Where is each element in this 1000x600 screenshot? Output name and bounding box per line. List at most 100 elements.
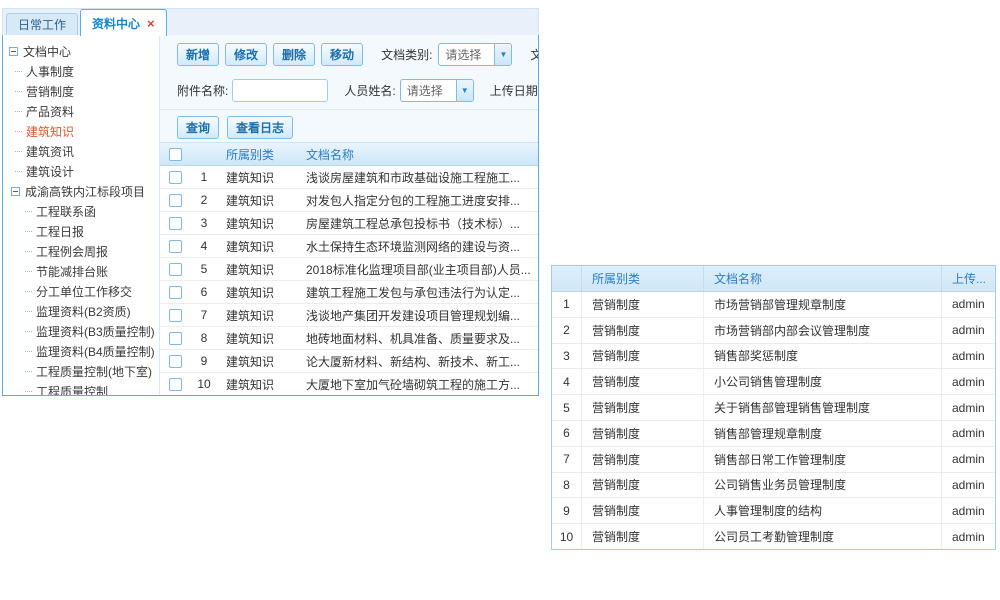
tree-item[interactable]: 产品资料: [9, 101, 157, 121]
person-select[interactable]: 请选择: [400, 79, 474, 102]
table-row[interactable]: 7营销制度销售部日常工作管理制度admin: [552, 447, 995, 473]
row-checkbox[interactable]: [169, 332, 182, 345]
row-doc-name: 2018标准化监理项目部(业主项目部)人员...: [298, 258, 538, 280]
document-table: 所属别类 文档名称 1建筑知识浅谈房屋建筑和市政基础设施工程施工...2建筑知识…: [160, 143, 538, 395]
action-row: 查询 查看日志: [177, 116, 293, 139]
row-number: 4: [552, 369, 582, 394]
table-row[interactable]: 5营销制度关于销售部管理销售管理制度admin: [552, 395, 995, 421]
row-doc-name: 人事管理制度的结构: [704, 498, 942, 523]
table-row[interactable]: 3营销制度销售部奖惩制度admin: [552, 344, 995, 370]
table-row[interactable]: 4建筑知识水土保持生态环境监测网络的建设与资...: [160, 235, 538, 258]
row-number: 5: [552, 395, 582, 420]
doc-category-select[interactable]: 请选择: [438, 43, 512, 66]
row-category: 建筑知识: [218, 373, 298, 395]
table-row[interactable]: 6营销制度销售部管理规章制度admin: [552, 421, 995, 447]
results-table: 所属别类 文档名称 上传... 1营销制度市场营销部管理规章制度admin2营销…: [551, 265, 996, 550]
table-row[interactable]: 7建筑知识浅谈地产集团开发建设项目管理规划编...: [160, 304, 538, 327]
table-row[interactable]: 4营销制度小公司销售管理制度admin: [552, 369, 995, 395]
tree-item-label: 文档中心: [23, 43, 71, 60]
tree-item[interactable]: 工程日报: [9, 221, 157, 241]
move-button[interactable]: 移动: [321, 43, 363, 66]
row-checkbox[interactable]: [169, 240, 182, 253]
row-uploader: admin: [942, 292, 995, 317]
row-checkbox[interactable]: [169, 171, 182, 184]
tree-item[interactable]: 建筑设计: [9, 161, 157, 181]
tree-item[interactable]: 成渝高铁内江标段项目: [9, 181, 157, 201]
table-row[interactable]: 10建筑知识大厦地下室加气砼墙砌筑工程的施工方...: [160, 373, 538, 395]
row-doc-name: 公司员工考勤管理制度: [704, 524, 942, 549]
table-row[interactable]: 1营销制度市场营销部管理规章制度admin: [552, 292, 995, 318]
row-checkbox[interactable]: [169, 217, 182, 230]
tree-connector-icon: [15, 91, 22, 92]
row-category: 建筑知识: [218, 281, 298, 303]
table-row[interactable]: 9营销制度人事管理制度的结构admin: [552, 498, 995, 524]
table-row[interactable]: 1建筑知识浅谈房屋建筑和市政基础设施工程施工...: [160, 166, 538, 189]
divider: [160, 109, 538, 110]
row-category: 建筑知识: [218, 212, 298, 234]
tree-item[interactable]: 建筑知识: [9, 121, 157, 141]
row-doc-name: 大厦地下室加气砼墙砌筑工程的施工方...: [298, 373, 538, 395]
tree-item[interactable]: 工程质量控制(地下室): [9, 361, 157, 381]
table-row[interactable]: 5建筑知识2018标准化监理项目部(业主项目部)人员...: [160, 258, 538, 281]
row-checkbox[interactable]: [169, 263, 182, 276]
row-checkbox[interactable]: [169, 355, 182, 368]
row-doc-name: 浅谈房屋建筑和市政基础设施工程施工...: [298, 166, 538, 188]
row-category: 建筑知识: [218, 327, 298, 349]
row-number: 1: [552, 292, 582, 317]
delete-button[interactable]: 删除: [273, 43, 315, 66]
row-number: 7: [190, 304, 218, 326]
tree-item[interactable]: 人事制度: [9, 61, 157, 81]
row-checkbox[interactable]: [169, 286, 182, 299]
table-row[interactable]: 8营销制度公司销售业务员管理制度admin: [552, 473, 995, 499]
table-row[interactable]: 9建筑知识论大厦新材料、新结构、新技术、新工...: [160, 350, 538, 373]
table-row[interactable]: 2营销制度市场营销部内部会议管理制度admin: [552, 318, 995, 344]
tree-item-label: 工程质量控制(地下室): [36, 363, 152, 380]
view-log-button[interactable]: 查看日志: [227, 116, 293, 139]
tab-data-center[interactable]: 资料中心 ×: [80, 9, 167, 36]
row-doc-name: 销售部日常工作管理制度: [704, 447, 942, 472]
tree-item-root[interactable]: 文档中心: [9, 41, 157, 61]
tree-item[interactable]: 监理资料(B4质量控制): [9, 341, 157, 361]
tree-item[interactable]: 监理资料(B2资质): [9, 301, 157, 321]
tree-item[interactable]: 工程联系函: [9, 201, 157, 221]
number-header-cell: [190, 143, 218, 165]
tree-item-label: 成渝高铁内江标段项目: [25, 183, 145, 200]
row-checkbox[interactable]: [169, 194, 182, 207]
edit-button[interactable]: 修改: [225, 43, 267, 66]
table-row[interactable]: 2建筑知识对发包人指定分包的工程施工进度安排...: [160, 189, 538, 212]
tree-item-label: 监理资料(B2资质): [36, 303, 131, 320]
tree-item[interactable]: 分工单位工作移交: [9, 281, 157, 301]
attachment-input[interactable]: [232, 79, 328, 102]
checkbox-cell: [160, 258, 190, 280]
tab-daily-work[interactable]: 日常工作: [6, 13, 78, 35]
table-row[interactable]: 10营销制度公司员工考勤管理制度admin: [552, 524, 995, 549]
tree-item[interactable]: 营销制度: [9, 81, 157, 101]
close-icon[interactable]: ×: [147, 17, 155, 30]
row-category: 建筑知识: [218, 235, 298, 257]
tree-item[interactable]: 工程质量控制: [9, 381, 157, 395]
tree-item[interactable]: 监理资料(B3质量控制): [9, 321, 157, 341]
row-doc-name: 水土保持生态环境监测网络的建设与资...: [298, 235, 538, 257]
row-category: 建筑知识: [218, 258, 298, 280]
collapse-icon[interactable]: [11, 187, 20, 196]
tree-item[interactable]: 建筑资讯: [9, 141, 157, 161]
row-category: 建筑知识: [218, 166, 298, 188]
row-number: 9: [552, 498, 582, 523]
select-all-checkbox[interactable]: [169, 148, 182, 161]
tree-item[interactable]: 节能减排台账: [9, 261, 157, 281]
right-table-body: 1营销制度市场营销部管理规章制度admin2营销制度市场营销部内部会议管理制度a…: [552, 292, 995, 549]
row-checkbox[interactable]: [169, 309, 182, 322]
table-row[interactable]: 6建筑知识建筑工程施工发包与承包违法行为认定...: [160, 281, 538, 304]
row-category: 营销制度: [582, 447, 704, 472]
query-button[interactable]: 查询: [177, 116, 219, 139]
row-checkbox[interactable]: [169, 378, 182, 391]
tree-item[interactable]: 工程例会周报: [9, 241, 157, 261]
collapse-icon[interactable]: [9, 47, 18, 56]
tab-label: 资料中心: [92, 15, 140, 32]
add-button[interactable]: 新增: [177, 43, 219, 66]
panel-body: 文档中心 人事制度营销制度产品资料建筑知识建筑资讯建筑设计成渝高铁内江标段项目工…: [2, 34, 539, 396]
row-number: 8: [552, 473, 582, 498]
document-center-window: 日常工作 资料中心 × 文档中心 人事制度营销制度产品资料建筑知识建筑资讯建筑设…: [2, 8, 539, 396]
table-row[interactable]: 8建筑知识地砖地面材料、机具准备、质量要求及...: [160, 327, 538, 350]
table-row[interactable]: 3建筑知识房屋建筑工程总承包投标书（技术标）...: [160, 212, 538, 235]
